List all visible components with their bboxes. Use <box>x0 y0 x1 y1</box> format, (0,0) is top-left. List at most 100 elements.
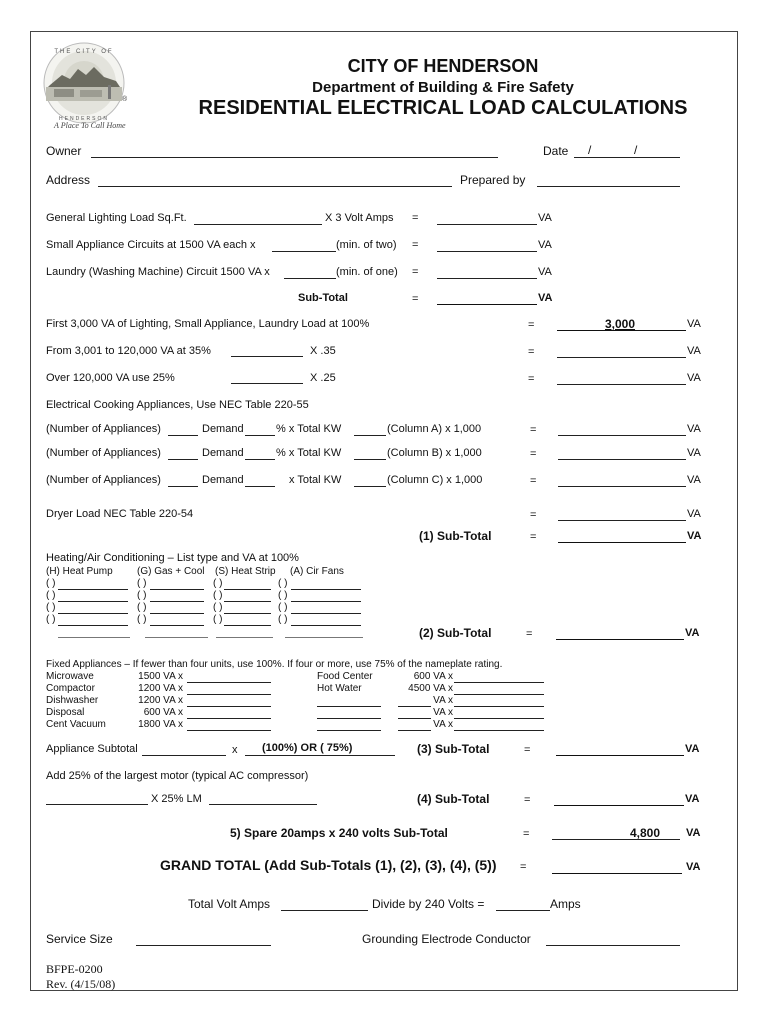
grounding-field[interactable] <box>546 945 680 946</box>
appliance-qty-field[interactable] <box>454 718 544 719</box>
demand-25-va-field[interactable] <box>557 384 686 385</box>
motor-multiplier: X 25% LM <box>151 793 202 805</box>
dryer-va-field[interactable] <box>558 520 686 521</box>
appliance-name-field[interactable] <box>317 706 381 707</box>
hvac-va-field[interactable] <box>291 601 361 602</box>
appliance-qty-field[interactable] <box>454 694 544 695</box>
laundry-count-field[interactable] <box>284 278 336 279</box>
small-appliance-count-field[interactable] <box>272 251 336 252</box>
hvac-total-field[interactable] <box>145 637 208 638</box>
appliance-name-field[interactable] <box>317 718 381 719</box>
address-field[interactable] <box>98 186 452 187</box>
hvac-type-checkbox[interactable]: ( ) <box>46 578 55 589</box>
appliance-name-field[interactable] <box>317 730 381 731</box>
appliance-qty-field[interactable] <box>187 718 271 719</box>
lighting-sqft-field[interactable] <box>194 224 322 225</box>
appliance-qty-field[interactable] <box>454 730 544 731</box>
hvac-va-field[interactable] <box>291 589 361 590</box>
small-appliance-va-field[interactable] <box>437 251 537 252</box>
city-name: CITY OF HENDERSON <box>347 56 539 76</box>
hvac-va-field[interactable] <box>58 601 128 602</box>
department-name: Department of Building & Fire Safety <box>312 79 574 96</box>
factor-field[interactable] <box>245 755 395 756</box>
appliance-qty-field[interactable] <box>187 694 271 695</box>
hvac-va-field[interactable] <box>150 589 204 590</box>
hvac-type-checkbox[interactable]: ( ) <box>137 602 146 613</box>
svg-text:THE CITY OF: THE CITY OF <box>54 49 113 55</box>
appliance-va-rating-field[interactable] <box>398 730 431 731</box>
appliance-count-field[interactable] <box>168 435 198 436</box>
demand-field[interactable] <box>245 486 275 487</box>
hvac-type-checkbox[interactable]: ( ) <box>46 614 55 625</box>
appliance-count-field[interactable] <box>168 459 198 460</box>
appliance-qty-field[interactable] <box>454 682 544 683</box>
subtotal-1-field[interactable] <box>558 542 686 543</box>
hvac-va-field[interactable] <box>224 601 271 602</box>
appliance-subtotal-field[interactable] <box>142 755 226 756</box>
demand-25-input-field[interactable] <box>231 383 303 384</box>
appliance-count-label: (Number of Appliances) <box>46 474 161 486</box>
hvac-va-field[interactable] <box>291 625 361 626</box>
amps-field[interactable] <box>496 910 550 911</box>
appliance-va-rating-field[interactable] <box>398 706 431 707</box>
hvac-type-checkbox[interactable]: ( ) <box>213 602 222 613</box>
hvac-type-checkbox[interactable]: ( ) <box>46 590 55 601</box>
hvac-type-checkbox[interactable]: ( ) <box>278 578 287 589</box>
hvac-va-field[interactable] <box>150 613 204 614</box>
hvac-va-field[interactable] <box>58 625 128 626</box>
hvac-total-field[interactable] <box>285 637 363 638</box>
prepared-by-field[interactable] <box>537 186 680 187</box>
total-kw-field[interactable] <box>354 435 386 436</box>
factor-option[interactable]: (100%) OR ( 75%) <box>262 742 352 754</box>
hvac-va-field[interactable] <box>150 601 204 602</box>
hvac-type-checkbox[interactable]: ( ) <box>137 590 146 601</box>
laundry-va-field[interactable] <box>437 278 537 279</box>
demand-field[interactable] <box>245 435 275 436</box>
appliance-qty-field[interactable] <box>187 706 271 707</box>
hvac-va-field[interactable] <box>58 613 128 614</box>
motor-result-field[interactable] <box>209 804 317 805</box>
total-volt-amps-field[interactable] <box>281 910 368 911</box>
cooking-va-field[interactable] <box>558 435 686 436</box>
cooking-va-field[interactable] <box>558 459 686 460</box>
hvac-va-field[interactable] <box>291 613 361 614</box>
owner-field[interactable] <box>91 157 498 158</box>
demand-field[interactable] <box>245 459 275 460</box>
appliance-qty-field[interactable] <box>187 730 271 731</box>
hvac-va-field[interactable] <box>224 625 271 626</box>
motor-va-field[interactable] <box>46 804 148 805</box>
hvac-type-checkbox[interactable]: ( ) <box>278 602 287 613</box>
appliance-count-field[interactable] <box>168 486 198 487</box>
hvac-va-field[interactable] <box>224 589 271 590</box>
lighting-va-field[interactable] <box>437 224 537 225</box>
grand-total-field[interactable] <box>552 873 682 874</box>
hvac-type-checkbox[interactable]: ( ) <box>213 578 222 589</box>
total-kw-field[interactable] <box>354 459 386 460</box>
hvac-type-checkbox[interactable]: ( ) <box>278 590 287 601</box>
subtotal-2-field[interactable] <box>556 639 684 640</box>
hvac-type-checkbox[interactable]: ( ) <box>278 614 287 625</box>
demand-35-va-field[interactable] <box>557 357 686 358</box>
va-unit: VA <box>685 743 700 755</box>
subtotal-3-field[interactable] <box>556 755 684 756</box>
hvac-type-checkbox[interactable]: ( ) <box>46 602 55 613</box>
hvac-type-checkbox[interactable]: ( ) <box>213 590 222 601</box>
date-field[interactable] <box>574 157 680 158</box>
subtotal-field[interactable] <box>437 304 537 305</box>
total-kw-field[interactable] <box>354 486 386 487</box>
hvac-total-field[interactable] <box>58 637 130 638</box>
hvac-va-field[interactable] <box>58 589 128 590</box>
cooking-va-field[interactable] <box>558 486 686 487</box>
subtotal-4-field[interactable] <box>554 805 684 806</box>
hvac-type-checkbox[interactable]: ( ) <box>137 614 146 625</box>
appliance-qty-field[interactable] <box>187 682 271 683</box>
appliance-qty-field[interactable] <box>454 706 544 707</box>
hvac-type-checkbox[interactable]: ( ) <box>213 614 222 625</box>
hvac-va-field[interactable] <box>150 625 204 626</box>
appliance-va-rating-field[interactable] <box>398 718 431 719</box>
hvac-va-field[interactable] <box>224 613 271 614</box>
demand-35-input-field[interactable] <box>231 356 303 357</box>
service-size-field[interactable] <box>136 945 271 946</box>
hvac-total-field[interactable] <box>216 637 273 638</box>
hvac-type-checkbox[interactable]: ( ) <box>137 578 146 589</box>
